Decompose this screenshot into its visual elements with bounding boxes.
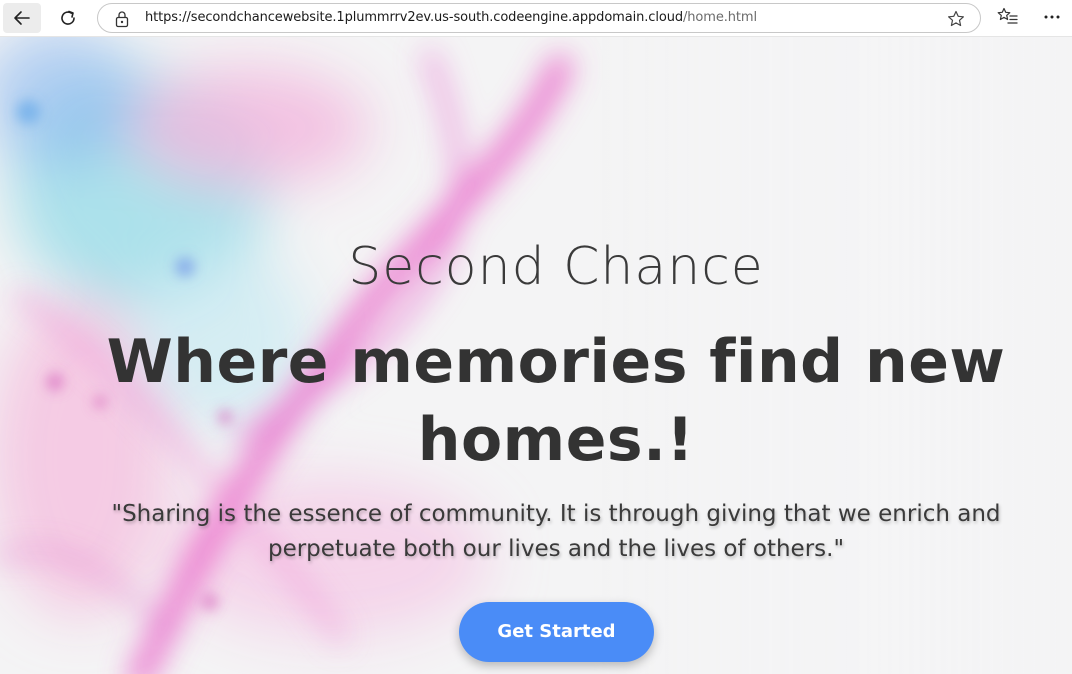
- back-arrow-icon: [14, 11, 30, 25]
- more-icon[interactable]: [1040, 6, 1064, 28]
- address-bar[interactable]: https://secondchancewebsite.1plummrrv2ev…: [97, 3, 981, 33]
- reload-button[interactable]: [49, 3, 87, 33]
- hero-headline: Where memories find new homes.!: [106, 327, 1006, 475]
- hero-content: Second Chance Where memories find new ho…: [0, 37, 1072, 674]
- lock-icon[interactable]: [114, 10, 130, 28]
- brand-title: Second Chance: [348, 237, 764, 297]
- reload-icon: [61, 10, 75, 25]
- url-host: https://secondchancewebsite.1plummrrv2ev…: [145, 10, 683, 25]
- url-text[interactable]: https://secondchancewebsite.1plummrrv2ev…: [145, 10, 757, 25]
- hero-quote: "Sharing is the essence of community. It…: [111, 501, 1001, 562]
- get-started-button[interactable]: Get Started: [459, 602, 654, 662]
- favorites-icon[interactable]: [996, 6, 1020, 28]
- star-icon[interactable]: [946, 9, 966, 29]
- hero-section: Second Chance Where memories find new ho…: [0, 37, 1072, 674]
- back-button[interactable]: [3, 3, 41, 33]
- url-path: /home.html: [683, 10, 757, 25]
- browser-toolbar: https://secondchancewebsite.1plummrrv2ev…: [0, 0, 1072, 37]
